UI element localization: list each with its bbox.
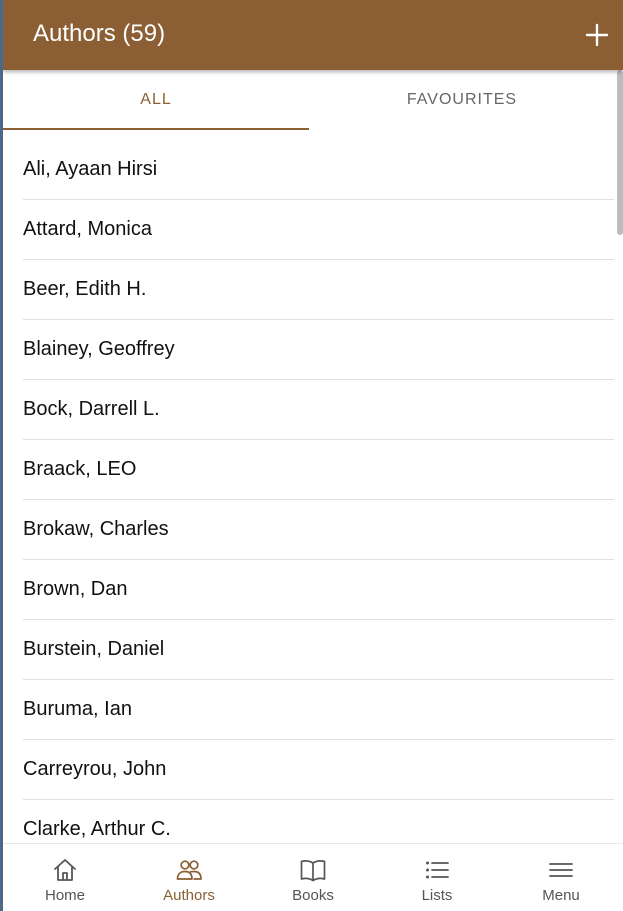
author-item[interactable]: Carreyrou, John: [23, 740, 614, 800]
scrollbar-thumb[interactable]: [617, 70, 623, 235]
author-item[interactable]: Burstein, Daniel: [23, 620, 614, 680]
nav-lists[interactable]: Lists: [375, 844, 499, 911]
nav-lists-label: Lists: [421, 887, 453, 904]
book-icon: [300, 860, 326, 882]
author-item[interactable]: Blainey, Geoffrey: [23, 320, 614, 380]
author-item[interactable]: Brown, Dan: [23, 560, 614, 620]
list-icon: [426, 861, 449, 879]
nav-home[interactable]: Home: [3, 844, 127, 911]
nav-books-label: Books: [292, 887, 334, 904]
nav-books[interactable]: Books: [251, 844, 375, 911]
bottom-navigation: Home Authors Books Lists Menu: [3, 843, 623, 911]
author-item[interactable]: Bock, Darrell L.: [23, 380, 614, 440]
author-item[interactable]: Attard, Monica: [23, 200, 614, 260]
nav-menu-label: Menu: [542, 887, 580, 904]
tab-all[interactable]: ALL: [3, 70, 309, 130]
app-bar: Authors (59): [3, 0, 623, 70]
nav-menu[interactable]: Menu: [499, 844, 623, 911]
people-icon: [176, 860, 202, 880]
page-title: Authors (59): [33, 20, 166, 47]
app-window: Authors (59) ALL FAVOURITES Ali, Ayaan H…: [3, 0, 623, 911]
author-item[interactable]: Braack, LEO: [23, 440, 614, 500]
author-item[interactable]: Ali, Ayaan Hirsi: [23, 140, 614, 200]
add-author-button[interactable]: [583, 18, 611, 52]
author-item[interactable]: Brokaw, Charles: [23, 500, 614, 560]
home-icon: [54, 859, 76, 881]
plus-icon: [585, 23, 609, 47]
nav-authors[interactable]: Authors: [127, 844, 251, 911]
nav-home-label: Home: [44, 887, 85, 904]
tab-favourites[interactable]: FAVOURITES: [309, 70, 615, 130]
author-list: Ali, Ayaan Hirsi Attard, Monica Beer, Ed…: [23, 140, 614, 860]
menu-icon: [549, 863, 573, 877]
author-item[interactable]: Beer, Edith H.: [23, 260, 614, 320]
tab-bar: ALL FAVOURITES: [3, 70, 615, 130]
author-item[interactable]: Buruma, Ian: [23, 680, 614, 740]
nav-authors-label: Authors: [163, 887, 215, 904]
